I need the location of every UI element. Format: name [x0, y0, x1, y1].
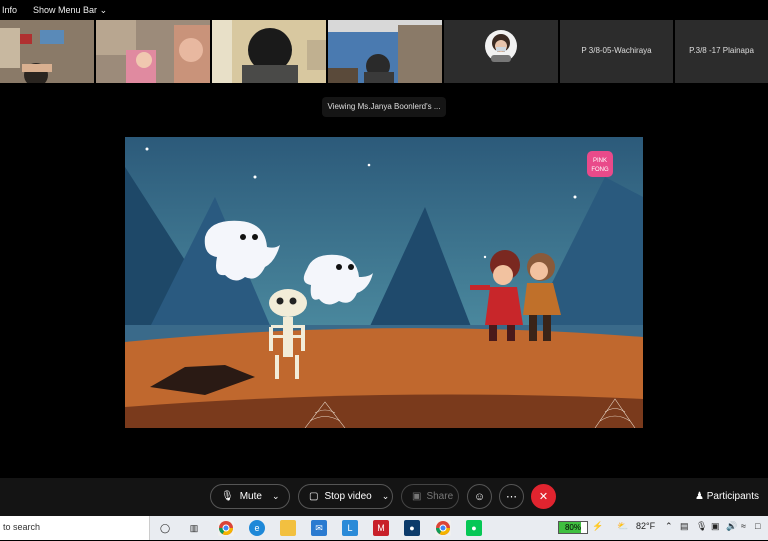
webex-icon[interactable]: ● — [404, 520, 420, 536]
chrome-icon[interactable] — [218, 520, 234, 536]
chevron-down-icon: ⌄ — [99, 5, 108, 15]
task-view-icon[interactable]: ▥ — [186, 520, 202, 536]
windows-taskbar: to search ◯ ▥ e ✉ L M ● ● 80% ⚡ ⛅ 82°F ⌃… — [0, 516, 768, 540]
show-menu-bar-label: Show Menu Bar — [33, 5, 98, 15]
participant-name: P 3/8-05-Wachiraya — [581, 46, 652, 55]
reactions-button[interactable]: ☺ — [467, 484, 492, 509]
participant-video-tile[interactable] — [328, 20, 442, 83]
mute-label: Mute — [239, 491, 262, 502]
wifi-icon[interactable]: ≈ — [741, 521, 746, 531]
participant-video-tile[interactable] — [96, 20, 210, 83]
end-call-button[interactable]: ✕ — [531, 484, 556, 509]
share-label: Share — [426, 491, 454, 502]
info-menu[interactable]: Info — [2, 5, 17, 15]
network-icon[interactable]: ▤ — [680, 521, 689, 532]
camera-icon[interactable]: ▣ — [711, 521, 720, 532]
viewing-banner[interactable]: Viewing Ms.Janya Boonlerd's ... — [322, 97, 446, 117]
camera-icon: ▢ — [309, 491, 319, 502]
pinkfong-logo: PINK FONG — [587, 151, 613, 177]
top-menu-bar: Info Show Menu Bar ⌄ — [0, 0, 768, 20]
person-icon: ♟ — [695, 491, 704, 502]
temperature-label[interactable]: 82°F — [636, 521, 655, 531]
speaker-icon[interactable]: 🔊 — [726, 521, 737, 532]
participant-name: P.3/8 -17 Plainapa — [689, 46, 754, 55]
file-explorer-icon[interactable] — [280, 520, 296, 536]
chevron-down-icon[interactable]: ⌄ — [272, 491, 280, 502]
participant-video — [212, 20, 326, 83]
battery-label: 80% — [564, 523, 581, 532]
participants-button[interactable]: ♟ Participants — [695, 491, 759, 502]
line-icon[interactable]: ● — [466, 520, 482, 536]
chevron-up-icon[interactable]: ⌃ — [665, 521, 673, 532]
smiley-icon: ☺ — [473, 490, 486, 503]
participant-video-tile[interactable] — [212, 20, 326, 83]
participant-avatar-tile[interactable] — [444, 20, 558, 83]
participant-video — [0, 20, 94, 83]
microphone-icon: 🎙 — [221, 491, 234, 502]
mute-button[interactable]: 🎙 Mute ⌄ — [210, 484, 290, 509]
charging-icon: ⚡ — [592, 521, 604, 531]
stop-video-button[interactable]: ▢ Stop video ⌄ — [298, 484, 393, 509]
share-button[interactable]: ▣ Share — [401, 484, 459, 509]
chevron-down-icon[interactable]: ⌄ — [382, 491, 390, 502]
shared-video-frame: PINK FONG — [125, 137, 643, 428]
participant-video-tile[interactable] — [0, 20, 94, 83]
more-options-button[interactable]: ⋯ — [499, 484, 524, 509]
show-menu-bar-button[interactable]: Show Menu Bar ⌄ — [33, 5, 107, 16]
participant-name-tile[interactable]: P 3/8-05-Wachiraya — [560, 20, 673, 83]
participants-label: Participants — [706, 491, 759, 502]
ellipsis-icon: ⋯ — [506, 491, 517, 503]
edge-icon[interactable]: e — [249, 520, 265, 536]
battery-indicator[interactable]: 80% — [558, 521, 588, 534]
cortana-icon[interactable]: ◯ — [157, 520, 173, 536]
avatar — [485, 30, 517, 62]
logo-text: FONG — [591, 167, 609, 173]
meeting-controls: 🎙 Mute ⌄ ▢ Stop video ⌄ ▣ Share ☺ ⋯ ✕ ♟ … — [0, 478, 768, 516]
participant-strip: P 3/8-05-Wachiraya P.3/8 -17 Plainapa — [0, 20, 768, 84]
notification-icon[interactable]: □ — [755, 521, 760, 531]
microphone-icon[interactable]: 🎙 — [696, 521, 707, 532]
logo-text: PINK — [593, 158, 607, 164]
shared-screen: PINK FONG — [125, 137, 643, 428]
mail-icon[interactable]: ✉ — [311, 520, 327, 536]
close-icon: ✕ — [538, 491, 549, 503]
app-l-icon[interactable]: L — [342, 520, 358, 536]
share-icon: ▣ — [412, 491, 422, 502]
weather-icon[interactable]: ⛅ — [617, 521, 628, 532]
taskbar-search-input[interactable]: to search — [0, 516, 150, 540]
participant-video — [96, 20, 210, 83]
stop-video-label: Stop video — [324, 491, 372, 502]
participant-name-tile[interactable]: P.3/8 -17 Plainapa — [675, 20, 768, 83]
chrome-icon[interactable] — [435, 520, 451, 536]
participant-video — [328, 20, 442, 83]
mcafee-icon[interactable]: M — [373, 520, 389, 536]
